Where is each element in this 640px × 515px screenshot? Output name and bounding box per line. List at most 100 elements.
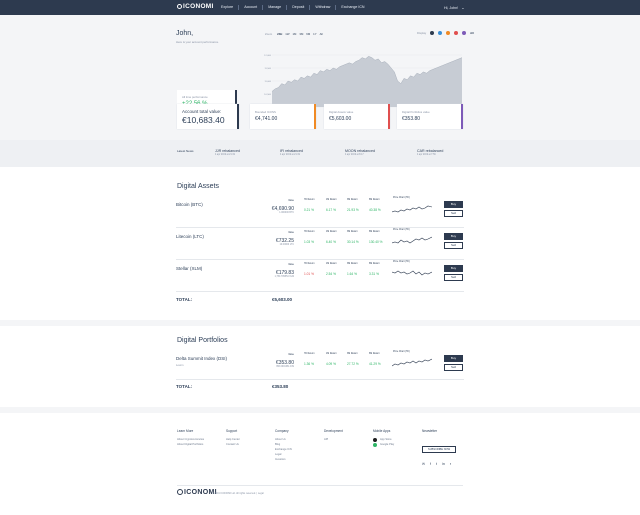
range-6m[interactable]: 6M [306, 32, 310, 36]
nav-link-account[interactable]: Account [239, 5, 264, 10]
subscribe-button[interactable]: SUBSCRIBE NOW [422, 446, 457, 453]
nav-link-deposit[interactable]: Deposit [287, 5, 311, 10]
total-label: TOTAL: [176, 297, 193, 302]
sparkline [392, 270, 432, 276]
mode-dot-portfolios[interactable] [462, 31, 467, 35]
range-24h[interactable]: 24H [277, 32, 282, 36]
footer-link[interactable]: Investors [275, 457, 292, 462]
value-header: Value [288, 263, 294, 266]
footer-heading: Development [324, 429, 343, 433]
footer-divider [177, 485, 463, 486]
asset-name[interactable]: Bitcoin (BTC) [176, 202, 203, 207]
zoom-label: Zoom [265, 32, 273, 36]
nav-link-withdraw[interactable]: Withdraw [310, 5, 337, 10]
return-6m: 41.29 % [369, 362, 381, 366]
portfolio-sub: Lowm [176, 363, 184, 367]
news-item-title: IFI rebalanced [280, 149, 303, 153]
digital-assets-title: Digital Assets [177, 183, 220, 190]
buy-button[interactable]: Buy [444, 201, 463, 208]
chart-area [272, 56, 462, 107]
iconomi-logo[interactable]: ICONOMI [177, 3, 214, 10]
mail-icon[interactable]: ✉ [422, 462, 425, 466]
mode-dot-bounded[interactable] [446, 31, 451, 35]
return-header-3m: 3M Return [347, 263, 358, 265]
return-3m: 27.72 % [347, 362, 359, 366]
return-header-7d: 7D Return [304, 231, 315, 233]
greeting: John, [176, 30, 194, 37]
return-header-6m: 6M Return [369, 231, 380, 233]
news-item-date: 4 apr 2019 at 21:19 [280, 154, 300, 156]
news-title: Latest News [177, 149, 194, 153]
range-3m[interactable]: 3M [299, 32, 303, 36]
news-item[interactable]: IFI rebalanced 4 apr 2019 at 21:19 [280, 149, 303, 156]
card-value: €4,741.00 [255, 116, 278, 122]
reddit-icon[interactable]: r [450, 462, 451, 466]
card-value: €353.80 [402, 116, 421, 122]
value-header: Value [288, 199, 294, 202]
footer-link[interactable]: API [324, 437, 343, 442]
user-menu[interactable]: Hi, John! ⌄ [444, 5, 465, 10]
asset-name[interactable]: Stellar (XLM) [176, 266, 202, 271]
buy-button[interactable]: Buy [444, 355, 463, 362]
chevron-down-icon: ⌄ [461, 5, 465, 10]
mode-dot-icons[interactable] [438, 31, 443, 35]
card-account-total: Account total value: €10,683.40 [177, 104, 239, 129]
portfolio-name[interactable]: Delta Summit Index (DSI) [176, 356, 227, 361]
price-chart-header: Price Chart (7D) [393, 261, 410, 263]
news-item[interactable]: JJR rebalanced 4 apr 2019 at 21:19 [215, 149, 240, 156]
news-item-date: 4 apr 2019 at 7:56 [417, 154, 436, 156]
logo-mark-icon [177, 489, 183, 496]
mode-dot-assets[interactable] [454, 31, 459, 35]
return-6m: 3.31 % [369, 272, 379, 276]
y-tick-label: 11,000 [264, 81, 271, 83]
news-item[interactable]: CAR rebalanced 4 apr 2019 at 7:56 [417, 149, 443, 156]
card-digital-portfolios: Digital Portfolios value €353.80 [397, 104, 463, 129]
footer-link[interactable]: Contact Us [226, 442, 240, 447]
asset-row-btc: Bitcoin (BTC) Value €4,690.90 1.000000 B… [176, 196, 464, 228]
twitter-icon[interactable]: t [436, 462, 437, 466]
card-label: Account total value: [182, 109, 222, 114]
social-links: ✉ f t in r [422, 462, 456, 466]
card-value: €10,683.40 [182, 115, 225, 125]
footer-logo[interactable]: ICONOMI [177, 489, 217, 496]
section-divider [0, 407, 640, 413]
news-item-title: CAR rebalanced [417, 149, 444, 153]
nav-link-exchange[interactable]: Exchange ICN [336, 5, 369, 10]
range-1y[interactable]: 1Y [313, 32, 316, 36]
return-6m: 40.38 % [369, 208, 381, 212]
range-1w[interactable]: 1W [285, 32, 289, 36]
sell-button[interactable]: Sell [444, 242, 463, 249]
nav-link-manage[interactable]: Manage [263, 5, 288, 10]
facebook-icon[interactable]: f [430, 462, 431, 466]
sell-button[interactable]: Sell [444, 210, 463, 217]
nav-links: Explore Account Manage Deposit Withdraw … [216, 5, 370, 10]
mode-dot-total[interactable] [430, 31, 435, 35]
buy-button[interactable]: Buy [444, 265, 463, 272]
range-all[interactable]: All [320, 32, 323, 36]
linkedin-icon[interactable]: in [442, 462, 445, 466]
buy-button[interactable]: Buy [444, 233, 463, 240]
nav-link-explore[interactable]: Explore [216, 5, 240, 10]
logo-mark-icon [177, 3, 182, 9]
y-tick-label: 11,500 [264, 68, 271, 70]
news-item[interactable]: MOON rebalanced 4 apr 2019 at 8:17 [345, 149, 375, 156]
return-header-7d: 7D Return [304, 263, 315, 265]
google-play-link[interactable]: Google Play [373, 442, 394, 447]
sell-button[interactable]: Sell [444, 274, 463, 281]
footer-learn-more: Learn More About Cryptocurrencies About … [177, 429, 204, 447]
mode-all[interactable]: All [470, 31, 474, 35]
y-tick-label: 12,000 [264, 55, 271, 57]
range-1m[interactable]: 1M [293, 32, 297, 36]
news-item-title: MOON rebalanced [345, 149, 375, 153]
value-header: Value [288, 353, 294, 356]
value-header: Value [288, 231, 294, 234]
sell-button[interactable]: Sell [444, 364, 463, 371]
total-label: TOTAL: [176, 384, 193, 389]
footer-link[interactable]: About Digital Portfolios [177, 442, 204, 447]
card-bounded-icons: Bounded ICONS €4,741.00 [250, 104, 316, 129]
footer-mobile-apps: Mobile Apps App Store Google Play [373, 429, 394, 447]
return-header-1m: 1M Return [326, 231, 337, 233]
asset-name[interactable]: Litecoin (LTC) [176, 234, 204, 239]
sparkline [392, 236, 432, 244]
portfolio-row-dsi: Delta Summit Index (DSI) Lowm Value €353… [176, 350, 464, 380]
